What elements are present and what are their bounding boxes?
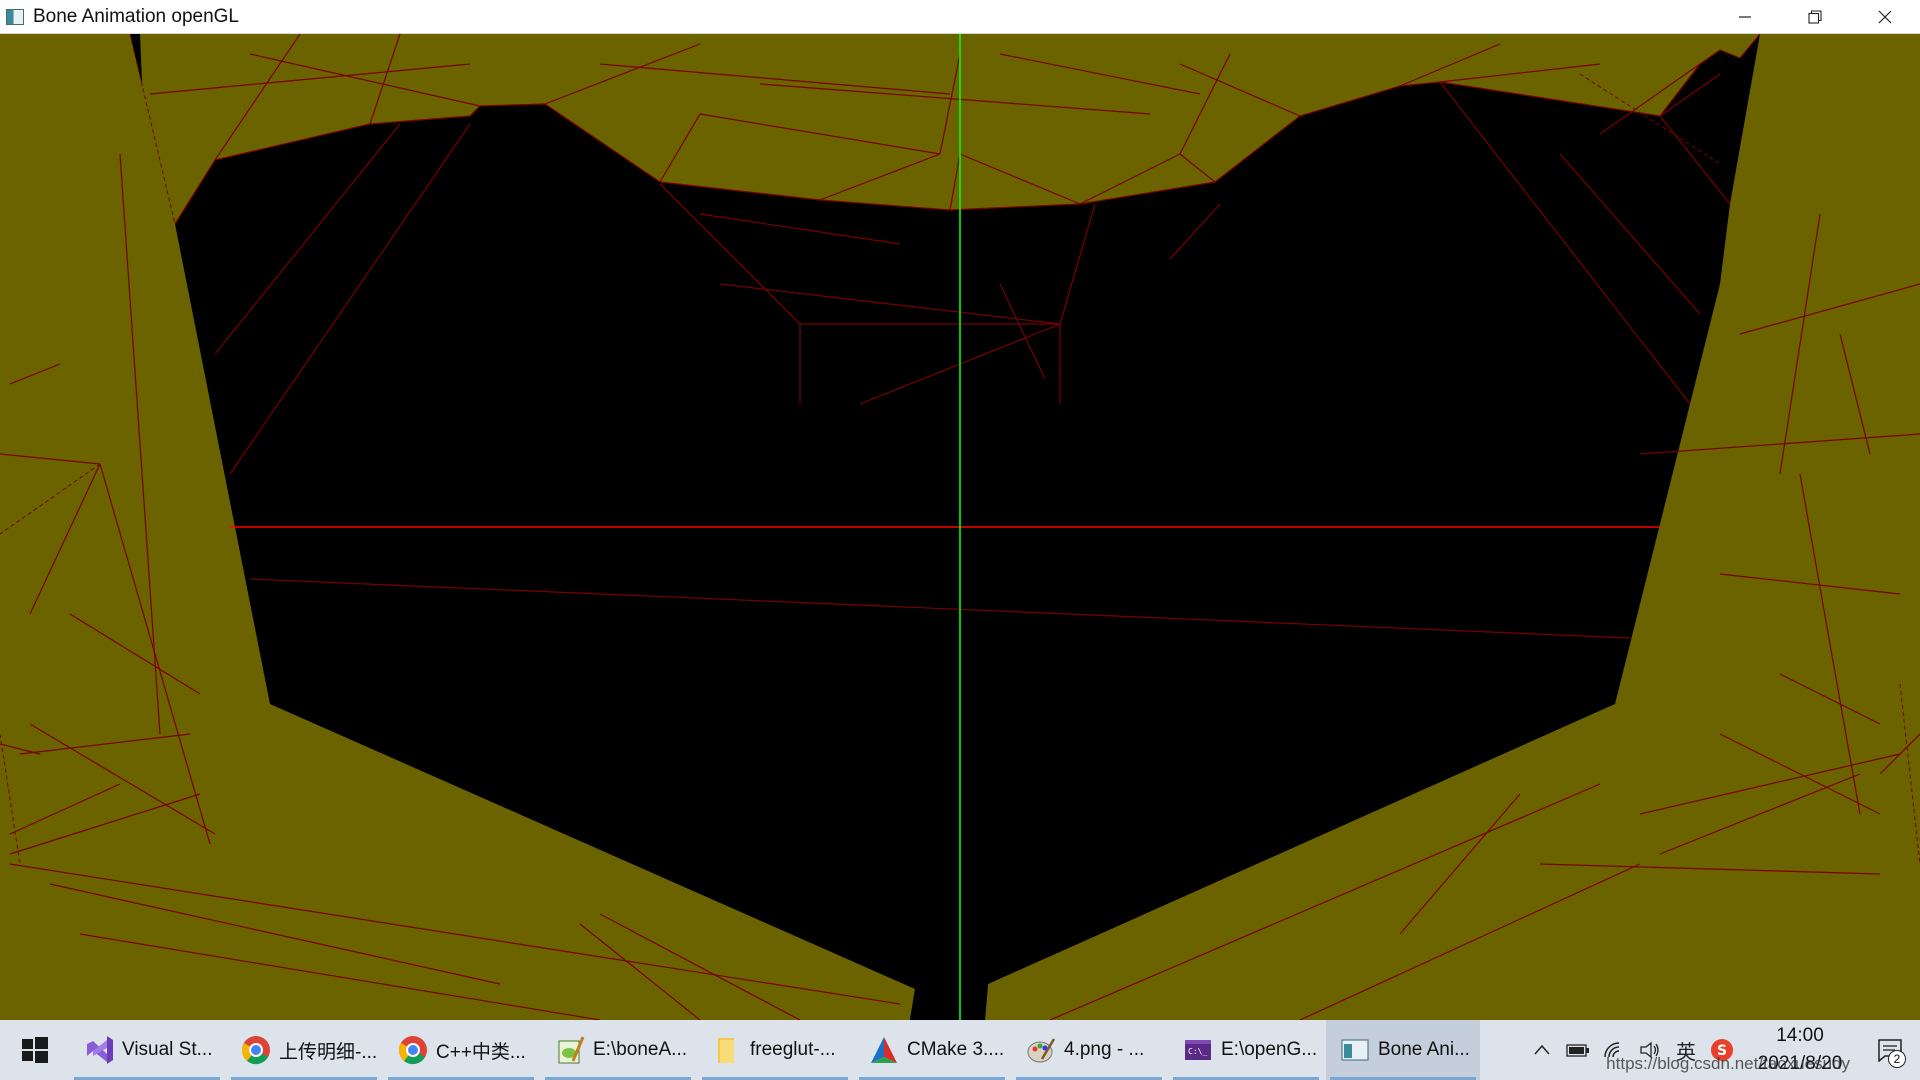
- app-window: Bone Animation openGL: [0, 0, 1920, 1020]
- clock[interactable]: 14:00 2021/8/20 https://blog.csdn.net/ta…: [1606, 1020, 1860, 1080]
- taskbar-label: E:\openG...: [1221, 1039, 1318, 1060]
- taskbar-item-visual-studio[interactable]: Visual St...: [70, 1020, 224, 1080]
- show-hidden-icons-button[interactable]: [1524, 1020, 1560, 1080]
- taskbar-label: CMake 3....: [907, 1039, 1005, 1060]
- taskbar-label: C++中类...: [436, 1041, 526, 1063]
- chevron-up-icon: [1534, 1044, 1550, 1055]
- taskbar-item-folder[interactable]: freeglut-...: [698, 1020, 852, 1080]
- minimize-icon: [1739, 16, 1751, 18]
- notepad-plus-icon: [553, 1033, 587, 1067]
- restore-icon: [1808, 10, 1822, 24]
- taskbar-item-cmake[interactable]: CMake 3....: [855, 1020, 1009, 1080]
- opengl-viewport[interactable]: [0, 34, 1920, 1020]
- taskbar-label: Bone Ani...: [1378, 1039, 1470, 1060]
- app-window-icon: [6, 8, 24, 25]
- window-controls: [1710, 0, 1920, 34]
- taskbar-label: Visual St...: [122, 1039, 213, 1060]
- windows-icon: [22, 1037, 48, 1063]
- taskbar-label: E:\boneA...: [593, 1039, 688, 1060]
- taskbar-item-chrome-1[interactable]: 上传明细-...: [227, 1020, 381, 1080]
- taskbar-label: freeglut-...: [750, 1039, 836, 1060]
- taskbar-item-notepad-plus[interactable]: E:\boneA...: [541, 1020, 695, 1080]
- folder-icon: [710, 1033, 744, 1067]
- window-title: Bone Animation openGL: [33, 5, 239, 27]
- chrome-icon: [239, 1033, 273, 1067]
- opengl-window-icon: [1338, 1033, 1372, 1067]
- restore-button[interactable]: [1780, 0, 1850, 34]
- console-icon: C:\_: [1181, 1033, 1215, 1067]
- start-button[interactable]: [0, 1020, 70, 1080]
- paint-icon: [1024, 1033, 1058, 1067]
- visual-studio-icon: [82, 1033, 116, 1067]
- chrome-icon: [396, 1033, 430, 1067]
- taskbar-item-chrome-2[interactable]: C++中类...: [384, 1020, 538, 1080]
- taskbar-label: 上传明细-...: [279, 1041, 378, 1063]
- minimize-button[interactable]: [1710, 0, 1780, 34]
- scene-render: [0, 34, 1920, 1020]
- notification-count-badge: 2: [1888, 1050, 1906, 1068]
- battery-icon: [1566, 1044, 1589, 1057]
- close-button[interactable]: [1850, 0, 1920, 34]
- watermark-text: https://blog.csdn.net/taoxuesudy: [1606, 1054, 1850, 1073]
- notification-center-button[interactable]: 2: [1860, 1020, 1920, 1080]
- cmake-icon: [867, 1033, 901, 1067]
- close-icon: [1878, 10, 1892, 24]
- taskbar: Visual St... 上传明细-... C++中类... E:\boneA.…: [0, 1020, 1920, 1080]
- svg-text:C:\_: C:\_: [1188, 1047, 1207, 1056]
- system-tray: 英 S 14:00 2021/8/20 https://blog.csdn.ne…: [1524, 1020, 1920, 1080]
- taskbar-item-console[interactable]: C:\_ E:\openG...: [1169, 1020, 1323, 1080]
- battery-button[interactable]: [1560, 1020, 1596, 1080]
- taskbar-label: 4.png - ...: [1064, 1039, 1145, 1060]
- taskbar-item-opengl-window[interactable]: Bone Ani...: [1326, 1020, 1480, 1080]
- taskbar-item-paint[interactable]: 4.png - ...: [1012, 1020, 1166, 1080]
- clock-time: 14:00: [1776, 1025, 1824, 1046]
- title-bar[interactable]: Bone Animation openGL: [0, 0, 1920, 34]
